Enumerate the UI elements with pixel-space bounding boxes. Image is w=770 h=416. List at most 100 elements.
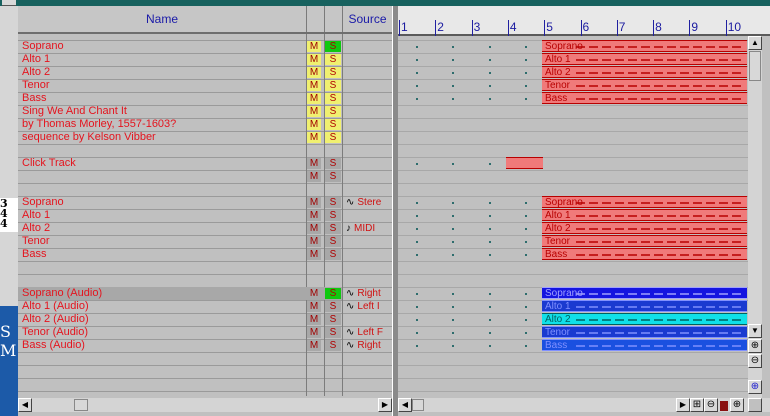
mute-button[interactable]: M xyxy=(307,249,321,260)
track-name[interactable]: Alto 2 xyxy=(22,222,50,235)
zoom-fit-icon[interactable]: ⊞ xyxy=(690,398,704,412)
track-name[interactable]: Tenor xyxy=(22,235,50,248)
solo-button[interactable]: S xyxy=(325,197,341,208)
track-name[interactable]: Alto 1 xyxy=(22,209,50,222)
track-source[interactable]: ∿ Left F xyxy=(346,326,390,339)
arrange-part[interactable]: Bass xyxy=(542,92,747,104)
track-source[interactable]: ∿ Stere xyxy=(346,196,390,209)
track-name[interactable]: Click Track xyxy=(22,157,76,170)
solo-button[interactable]: S xyxy=(325,54,341,65)
track-horizontal-thumb[interactable] xyxy=(74,399,88,411)
solo-button[interactable]: S xyxy=(325,67,341,78)
zoom-out-vertical-icon[interactable]: ⊖ xyxy=(748,354,762,368)
track-name[interactable]: Sing We And Chant It xyxy=(22,105,127,118)
track-source[interactable]: ∿ Right xyxy=(346,339,390,352)
track-source[interactable]: ♪ MIDI xyxy=(346,222,390,235)
arrange-part[interactable]: Alto 2 xyxy=(542,66,747,78)
arrange-part[interactable]: Bass xyxy=(542,339,747,351)
mute-button[interactable]: M xyxy=(307,236,321,247)
solo-button[interactable]: S xyxy=(325,236,341,247)
solo-button[interactable]: S xyxy=(325,327,341,338)
solo-button[interactable]: S xyxy=(325,301,341,312)
arrange-part[interactable]: Alto 1 xyxy=(542,300,747,312)
arrange-part[interactable]: Soprano xyxy=(542,287,747,299)
mute-button[interactable]: M xyxy=(307,41,321,52)
arrange-part[interactable] xyxy=(506,157,543,169)
mute-button[interactable]: M xyxy=(307,158,321,169)
mute-column-header[interactable] xyxy=(307,6,325,32)
arrange-part[interactable]: Bass xyxy=(542,248,747,260)
mute-button[interactable]: M xyxy=(307,80,321,91)
mute-button[interactable]: M xyxy=(307,119,321,130)
track-name[interactable]: Tenor xyxy=(22,79,50,92)
track-name[interactable]: sequence by Kelson Vibber xyxy=(22,131,156,144)
solo-button[interactable]: S xyxy=(325,249,341,260)
solo-button[interactable]: S xyxy=(325,223,341,234)
arrange-horizontal-thumb[interactable] xyxy=(412,399,424,411)
solo-button[interactable]: S xyxy=(325,132,341,143)
solo-button[interactable]: S xyxy=(325,41,341,52)
source-column-header[interactable]: Source xyxy=(343,6,392,32)
resize-grip[interactable] xyxy=(748,398,762,412)
zoom-in-vertical-icon[interactable]: ⊕ xyxy=(748,339,762,353)
mute-button[interactable]: M xyxy=(307,197,321,208)
mute-button[interactable]: M xyxy=(307,314,321,325)
mute-button[interactable]: M xyxy=(307,301,321,312)
arrange-part[interactable]: Soprano xyxy=(542,40,747,52)
mute-button[interactable]: M xyxy=(307,106,321,117)
solo-button[interactable]: S xyxy=(325,171,341,182)
track-name[interactable]: Bass xyxy=(22,92,46,105)
vertical-scroll-thumb[interactable] xyxy=(749,51,761,81)
arrange-scroll-right-button[interactable]: ▶ xyxy=(676,398,690,412)
arrange-part[interactable]: Alto 1 xyxy=(542,53,747,65)
track-scroll-left-button[interactable]: ◀ xyxy=(18,398,32,412)
zoom-out-horizontal-icon[interactable]: ⊖ xyxy=(704,398,718,412)
arrange-part[interactable]: Alto 2 xyxy=(542,313,747,325)
solo-button[interactable]: S xyxy=(325,93,341,104)
track-source[interactable]: ∿ Right xyxy=(346,287,390,300)
arrange-part[interactable]: Tenor xyxy=(542,326,747,338)
mute-button[interactable]: M xyxy=(307,340,321,351)
solo-button[interactable]: S xyxy=(325,106,341,117)
arrange-part[interactable]: Alto 1 xyxy=(542,209,747,221)
track-name[interactable]: Alto 2 (Audio) xyxy=(22,313,89,326)
zoom-in-horizontal-icon[interactable]: ⊕ xyxy=(730,398,744,412)
scroll-up-button[interactable]: ▲ xyxy=(748,36,762,50)
track-name[interactable]: Alto 1 xyxy=(22,53,50,66)
track-name[interactable]: Soprano (Audio) xyxy=(22,287,102,300)
scroll-down-button[interactable]: ▼ xyxy=(748,324,762,338)
mute-button[interactable]: M xyxy=(307,93,321,104)
solo-column-header[interactable] xyxy=(325,6,343,32)
track-source[interactable]: ∿ Left I xyxy=(346,300,390,313)
mute-button[interactable]: M xyxy=(307,327,321,338)
solo-button[interactable]: S xyxy=(325,314,341,325)
mute-button[interactable]: M xyxy=(307,54,321,65)
arrange-part[interactable]: Tenor xyxy=(542,79,747,91)
solo-button[interactable]: S xyxy=(325,210,341,221)
arrange-scroll-left-button[interactable]: ◀ xyxy=(398,398,412,412)
mute-button[interactable]: M xyxy=(307,132,321,143)
solo-button[interactable]: S xyxy=(325,288,341,299)
track-name[interactable]: Alto 2 xyxy=(22,66,50,79)
track-name[interactable]: Bass (Audio) xyxy=(22,339,85,352)
mute-button[interactable]: M xyxy=(307,67,321,78)
mute-button[interactable]: M xyxy=(307,171,321,182)
track-scroll-right-button[interactable]: ▶ xyxy=(378,398,392,412)
solo-button[interactable]: S xyxy=(325,119,341,130)
zoom-vertical-icon[interactable]: ⊕ xyxy=(748,380,762,394)
track-name[interactable]: Soprano xyxy=(22,196,64,209)
track-name[interactable]: by Thomas Morley, 1557-1603? xyxy=(22,118,176,131)
arrange-part[interactable]: Soprano xyxy=(542,196,747,208)
arrange-part[interactable]: Alto 2 xyxy=(542,222,747,234)
arrange-part[interactable]: Tenor xyxy=(542,235,747,247)
solo-button[interactable]: S xyxy=(325,80,341,91)
solo-button[interactable]: S xyxy=(325,158,341,169)
bar-ruler[interactable]: 1 2 3 4 5 6 7 8 9 10 xyxy=(398,6,770,36)
track-name[interactable]: Tenor (Audio) xyxy=(22,326,88,339)
mute-button[interactable]: M xyxy=(307,223,321,234)
track-name[interactable]: Bass xyxy=(22,248,46,261)
solo-button[interactable]: S xyxy=(325,340,341,351)
name-column-header[interactable]: Name xyxy=(18,6,307,32)
track-name[interactable]: Soprano xyxy=(22,40,64,53)
track-name[interactable]: Alto 1 (Audio) xyxy=(22,300,89,313)
